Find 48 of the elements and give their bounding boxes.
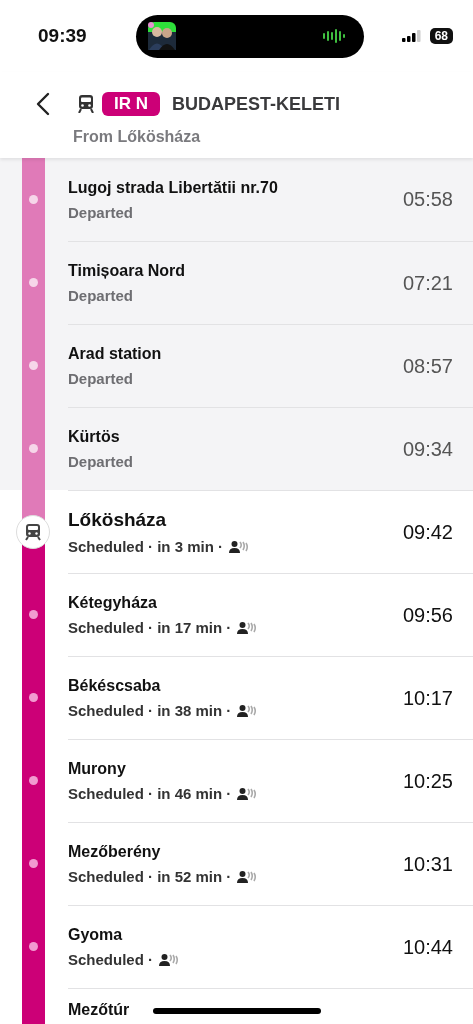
stop-dot xyxy=(29,859,38,868)
stop-time: 08:57 xyxy=(402,354,453,378)
stop-time: 10:17 xyxy=(402,686,453,710)
stop-name: Mezőberény xyxy=(68,843,162,861)
stop-status: Departed xyxy=(68,370,134,387)
stop-time: 09:56 xyxy=(402,603,453,627)
stop-status: Scheduled · in 17 min · xyxy=(68,619,232,636)
destination-title: BUDAPEST-KELETI xyxy=(172,93,340,115)
stop-dot xyxy=(29,195,38,204)
stop-status: Scheduled · in 52 min · xyxy=(68,868,232,885)
stop-status: Departed xyxy=(68,287,134,304)
origin-subtitle: From Lőkösháza xyxy=(73,128,202,146)
stop-time: 10:31 xyxy=(402,852,453,876)
stop-dot xyxy=(29,610,38,619)
stop-name: Gyoma xyxy=(68,926,124,944)
stop-status: Scheduled · in 3 min · xyxy=(68,538,224,555)
status-time: 09:39 xyxy=(38,25,87,47)
stop-name: Kürtös xyxy=(68,428,121,446)
line-badge: IR N xyxy=(102,92,160,116)
stop-name: Békéscsaba xyxy=(68,677,162,695)
stop-dot xyxy=(29,444,38,453)
stop-dot xyxy=(29,278,38,287)
current-train-icon xyxy=(15,514,51,550)
battery-indicator: 68 xyxy=(429,28,453,44)
stop-name: Timișoara Nord xyxy=(68,262,186,280)
stop-dot xyxy=(29,693,38,702)
train-icon xyxy=(78,95,94,113)
stop-status: Scheduled · in 38 min · xyxy=(68,702,232,719)
stop-name: Arad station xyxy=(68,345,162,363)
stop-time: 09:42 xyxy=(402,520,453,544)
stop-time: 09:34 xyxy=(402,437,453,461)
stop-time: 10:44 xyxy=(402,935,453,959)
stop-time: 10:25 xyxy=(402,769,453,793)
signal-icon xyxy=(401,30,422,42)
stop-name: Lőkösháza xyxy=(68,509,168,531)
stop-status: Departed xyxy=(68,453,134,470)
stop-name: Lugoj strada Libertătii nr.70 xyxy=(68,178,278,197)
stop-name: Kétegyháza xyxy=(68,594,158,612)
stop-time: 07:21 xyxy=(402,271,453,295)
stop-name: Murony xyxy=(68,760,127,778)
stop-status: Scheduled · xyxy=(68,951,153,968)
stop-status: Scheduled · in 46 min · xyxy=(68,785,232,802)
stop-dot xyxy=(29,361,38,370)
stop-dot xyxy=(29,942,38,951)
stop-dot xyxy=(29,776,38,785)
stop-time: 05:58 xyxy=(402,188,453,211)
stop-name: Mezőtúr xyxy=(68,1001,130,1019)
stop-status: Departed xyxy=(68,203,134,221)
